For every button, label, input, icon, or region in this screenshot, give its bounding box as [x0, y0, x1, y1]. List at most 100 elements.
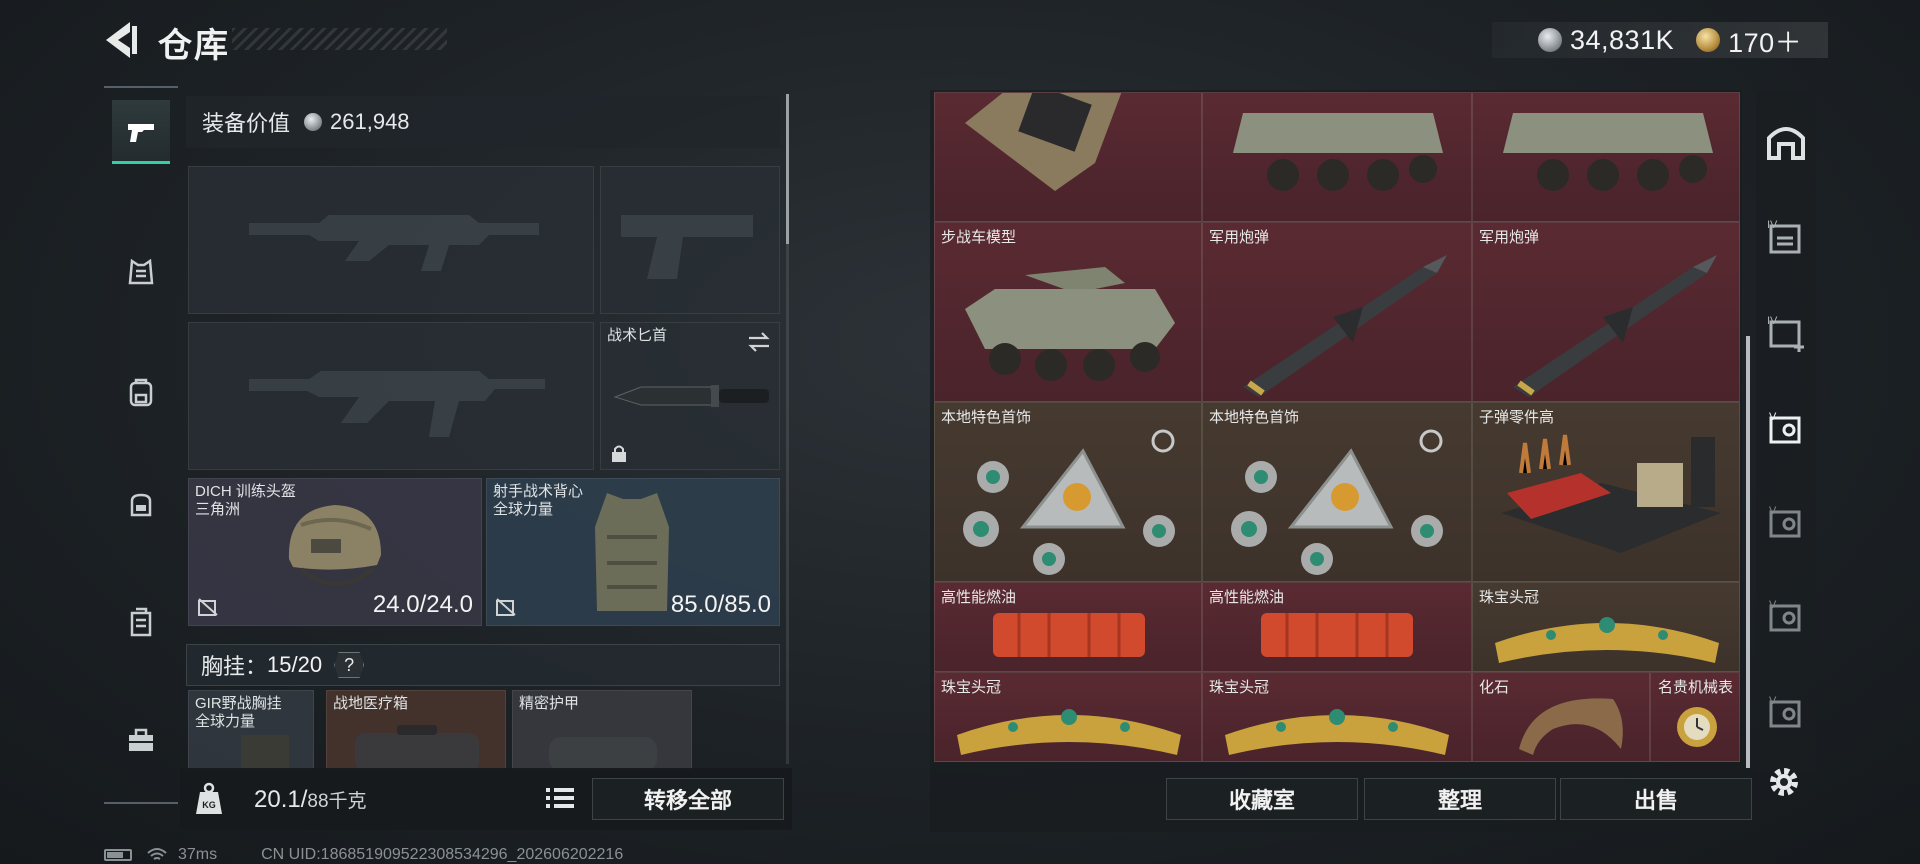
- gold-amount[interactable]: 170＋: [1728, 21, 1802, 60]
- armor-plate-label: 精密护甲: [519, 695, 580, 712]
- rail-divider: [104, 802, 178, 804]
- stash-v-icon: V: [1769, 505, 1801, 538]
- stash-add-icon: IV: [1767, 315, 1804, 352]
- silver-coin-icon: [304, 113, 323, 131]
- helmet-slot[interactable]: DICH 训练头盔 三角洲 24.0/24.0: [188, 478, 482, 626]
- chest-rig-icon: [241, 735, 289, 769]
- body-armor-slot[interactable]: 射手战术背心 全球力量 85.0/85.0: [486, 478, 780, 626]
- transfer-all-button[interactable]: 转移全部: [592, 778, 784, 820]
- item-name: 军用炮弹: [1209, 229, 1270, 246]
- tab-stash-5[interactable]: V: [1756, 584, 1816, 648]
- gear-icon[interactable]: [1764, 762, 1804, 802]
- stash-item-ifv-model[interactable]: [1202, 92, 1472, 222]
- tab-stash-6[interactable]: V: [1756, 680, 1816, 744]
- rail-item-toolbox[interactable]: [112, 708, 170, 772]
- rail-item-armor[interactable]: [112, 240, 170, 304]
- stash-item-artillery-shell[interactable]: 军用炮弹: [1202, 222, 1472, 402]
- stash-item-jewelry[interactable]: 本地特色首饰: [1202, 402, 1472, 582]
- sell-button[interactable]: 出售: [1560, 778, 1752, 820]
- tab-stash-3[interactable]: V: [1756, 396, 1816, 460]
- svg-text:V: V: [1769, 695, 1777, 707]
- no-repair-icon: [198, 598, 218, 616]
- tiara-icon: [957, 709, 1181, 755]
- svg-text:IV: IV: [1767, 219, 1778, 231]
- primary-weapon-slot[interactable]: [188, 166, 594, 314]
- stash-grid: 步战车模型 军用炮弹 军用炮弹 本地特色首饰 本地特色首饰 子弹零件高 高性能燃…: [934, 92, 1740, 762]
- loadout-scroll-thumb[interactable]: [786, 94, 789, 244]
- svg-text:V: V: [1769, 505, 1777, 517]
- status-row: 37ms CN UID:1868519095223085342​96_20260…: [104, 846, 623, 864]
- bag-icon: [130, 493, 152, 517]
- stash-v-icon: V: [1769, 411, 1801, 444]
- stash-item-luxury-watch[interactable]: 名贵机械表: [1650, 672, 1740, 762]
- stash-item-tiara[interactable]: 珠宝头冠: [1202, 672, 1472, 762]
- list-view-icon[interactable]: [542, 782, 578, 814]
- helmet-icon: [288, 505, 381, 586]
- help-icon[interactable]: ?: [334, 652, 365, 678]
- medkit-icon: [355, 725, 479, 769]
- secondary-weapon-slot[interactable]: [188, 322, 594, 470]
- stash-item-fuel[interactable]: 高性能燃油: [1202, 582, 1472, 672]
- armored-vehicle-icon: [965, 267, 1175, 381]
- stash-tab-icon: IV: [1767, 219, 1801, 254]
- stash-item-gpu[interactable]: [934, 92, 1202, 222]
- stash-item-bullet-parts[interactable]: 子弹零件高: [1472, 402, 1740, 582]
- tab-stash-2[interactable]: IV: [1756, 300, 1816, 364]
- silver-coin-icon: [1538, 28, 1562, 52]
- tab-stash-1[interactable]: IV: [1756, 204, 1816, 268]
- vest-source: 全球力量: [493, 501, 554, 518]
- item-name: 步战车模型: [941, 229, 1017, 246]
- stash-item-ifv-model[interactable]: 步战车模型: [934, 222, 1202, 402]
- rail-item-backpack[interactable]: [112, 360, 170, 424]
- uid-text: CN UID:1868519095223085342​96_2026062022…: [261, 846, 624, 863]
- tab-home[interactable]: [1756, 110, 1816, 174]
- armor-bag-icon: [549, 737, 657, 769]
- rifle-silhouette-icon: [249, 215, 539, 271]
- stash-item-tiara[interactable]: 珠宝头冠: [1472, 582, 1740, 672]
- sort-button[interactable]: 整理: [1364, 778, 1556, 820]
- chest-rig-slot[interactable]: GIR野战胸挂 全球力量: [188, 690, 314, 770]
- stash-scrollbar[interactable]: [1746, 336, 1750, 768]
- tactical-vest-icon: [595, 493, 669, 611]
- armor-plate-slot[interactable]: 精密护甲: [512, 690, 692, 770]
- rail-divider: [104, 86, 178, 88]
- rail-item-container[interactable]: [112, 590, 170, 654]
- equipment-value-amount: 261,948: [330, 109, 410, 134]
- stash-item-fossil[interactable]: 化石: [1472, 672, 1650, 762]
- weight-max: 88千克: [307, 791, 367, 812]
- fuel-case-icon: [1261, 613, 1413, 657]
- rig-source: 全球力量: [195, 713, 256, 730]
- collection-room-button[interactable]: 收藏室: [1166, 778, 1358, 820]
- stash-item-tiara[interactable]: 珠宝头冠: [934, 672, 1202, 762]
- stash-v-icon: V: [1769, 599, 1801, 632]
- knife-label: 战术匕首: [607, 327, 668, 344]
- item-name: 军用炮弹: [1479, 229, 1540, 246]
- swap-icon[interactable]: [747, 331, 771, 353]
- rig-name: GIR野战胸挂: [195, 695, 282, 712]
- equipment-value-bar: 装备价值 261,948: [186, 96, 780, 148]
- gold-coin-icon: [1696, 28, 1721, 52]
- back-arrow-icon[interactable]: [100, 18, 140, 62]
- tactical-knife-icon: [613, 385, 769, 407]
- knife-slot[interactable]: 战术匕首: [600, 322, 780, 470]
- carry-weight: 20.1/88千克: [254, 786, 367, 814]
- tab-stash-4[interactable]: V: [1756, 490, 1816, 554]
- medkit-slot[interactable]: 战地医疗箱: [326, 690, 506, 770]
- helmet-durability: 24.0/24.0: [372, 591, 473, 618]
- rail-item-bag[interactable]: [112, 472, 170, 536]
- stash-item-artillery-shell[interactable]: 军用炮弹: [1472, 222, 1740, 402]
- sidearm-slot[interactable]: [600, 166, 780, 314]
- medkit-label: 战地医疗箱: [333, 695, 409, 712]
- no-repair-icon: [496, 598, 516, 616]
- stash-item-ifv-model[interactable]: [1472, 92, 1740, 222]
- vest-name: 射手战术背心: [493, 483, 584, 500]
- stash-item-jewelry[interactable]: 本地特色首饰: [934, 402, 1202, 582]
- chest-rig-count: 15/20: [267, 652, 323, 677]
- battery-icon: [104, 849, 132, 861]
- rail-item-weapons[interactable]: [112, 100, 170, 164]
- item-name: 名贵机械表: [1657, 679, 1733, 696]
- stash-item-fuel[interactable]: 高性能燃油: [934, 582, 1202, 672]
- helmet-source: 三角洲: [195, 501, 241, 518]
- page-title: 仓库: [158, 27, 230, 65]
- svg-text:V: V: [1769, 411, 1777, 423]
